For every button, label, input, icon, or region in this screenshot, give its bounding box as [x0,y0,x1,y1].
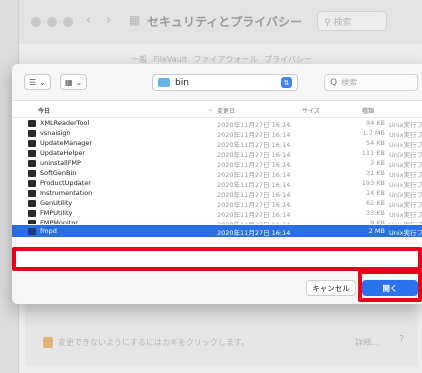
file-row[interactable]: XMLReaderTool 2020年11月27日 16:14 94 KB Unix実… [12,118,422,129]
tab-general[interactable]: 一般 [131,55,147,64]
file-kind: Unix実行ファイル [389,219,422,224]
file-list-header: 今日 ⌄ 変更日 サイズ 種類 [12,101,422,118]
executable-icon [28,169,36,177]
file-size: 54 KB [365,139,385,147]
file-name: fmpd [40,227,57,235]
location-popup[interactable]: bin ⇅ [152,74,298,91]
file-size: 111 KB [361,149,385,157]
file-size: 9 KB [370,219,385,224]
tab-privacy[interactable]: プライバシー [264,55,312,64]
file-name: XMLReaderTool [40,119,90,127]
column-date[interactable]: 変更日 [217,106,235,115]
lock-icon[interactable] [43,337,53,348]
file-size: 31 KB [365,169,385,177]
executable-icon [28,149,36,157]
advanced-button[interactable]: 詳細... [355,337,379,348]
chevron-down-icon: ⌄ [39,77,46,87]
tab-filevault[interactable]: FileVault [154,55,188,64]
executable-icon [28,119,36,127]
file-name: SoftGenBin [40,169,77,177]
file-size: 33 KB [365,209,385,217]
file-size: 1.7 MB [362,129,385,137]
location-label: bin [175,77,189,88]
file-row[interactable]: SoftGenBin2020年11月27日 16:1431 KBUnix実行ファ… [12,168,422,179]
window-titlebar: ‹ › ▦ セキュリティとプライバシー ⚲ 検索 [19,0,422,44]
dialog-search-placeholder: 検索 [341,78,358,87]
lock-hint: 変更できないようにするにはカギをクリックします。 [58,338,250,347]
executable-icon [28,139,36,147]
file-size: 62 KB [365,199,385,207]
window-title: セキュリティとプライバシー [147,15,303,29]
lock-bar: 変更できないようにするにはカギをクリックします。 詳細... ? [25,300,417,366]
file-size: 94 KB [365,119,385,127]
file-name: Instrumentation [40,189,93,197]
file-row-selected[interactable]: fmpd 2020年11月27日 16:14 2 MB Unix実行ファイル [12,225,422,237]
executable-icon [28,189,36,197]
file-row[interactable]: ProductUpdater 2020年11月27日 16:14 193 KB Uni… [12,178,422,189]
executable-icon [28,227,36,235]
file-row[interactable]: FMPMonitor 2020年11月27日 16:14 9 KB Unix実行ファイ… [12,218,422,224]
executable-icon [28,159,36,167]
help-icon[interactable]: ? [399,334,404,345]
file-size: 193 KB [361,179,385,187]
file-list: 今日 ⌄ 変更日 サイズ 種類 XMLReaderTool 2020年11月27日… [12,100,422,268]
file-size: 14 KB [365,189,385,197]
executable-icon [28,129,36,137]
file-row[interactable]: vsnaisign2020年11月27日 16:141.7 MBUnix実行ファ… [12,128,422,139]
file-kind: Unix実行ファイル [389,229,422,237]
file-size: 2 KB [370,159,385,167]
dialog-toolbar: ☰ ⌄ ▦ ⌄ bin ⇅ Q 検索 [12,64,422,100]
file-row[interactable]: FMPUtility2020年11月27日 16:1433 KBUnix実行ファ… [12,208,422,219]
executable-icon [28,209,36,217]
file-size: 2 MB [368,227,385,235]
column-kind[interactable]: 種類 [362,106,374,115]
group-view-button[interactable]: ▦ ⌄ [60,74,88,90]
sort-chevron-icon[interactable]: ⌄ [208,106,213,113]
list-view-button[interactable]: ☰ ⌄ [24,74,51,90]
file-name: FMPMonitor [40,219,78,224]
file-name: UpdateHelper [40,149,86,157]
window-search-field[interactable]: ⚲ 検索 [317,11,387,31]
tab-firewall[interactable]: ファイアウォール [194,55,258,64]
file-name: FMPUtility [40,209,73,217]
chevron-down-icon: ⌄ [75,77,83,87]
executable-icon [28,199,36,207]
cancel-button[interactable]: キャンセル [306,280,356,296]
zoom-window-icon[interactable] [63,17,73,27]
file-row[interactable]: GenUtility2020年11月27日 16:1462 KBUnix実行ファ… [12,198,422,209]
highlight-open-button [358,270,422,302]
window-search-placeholder: 検索 [333,18,352,28]
file-row[interactable]: UpdateHelper 2020年11月27日 16:14 111 KB Unix実… [12,148,422,159]
forward-icon[interactable]: › [106,13,111,28]
file-rows: XMLReaderTool 2020年11月27日 16:14 94 KB Unix実… [12,118,422,237]
minimize-window-icon[interactable] [47,17,57,27]
list-view-icon: ☰ [29,77,37,87]
file-name: UpdateManager [40,139,93,147]
dialog-search-field[interactable]: Q 検索 [324,74,418,91]
group-view-icon: ▦ [65,77,73,87]
file-row[interactable]: uninstallFMP 2020年11月27日 16:14 2 KB Unix実行フ… [12,158,422,169]
close-window-icon[interactable] [31,17,41,27]
file-date: 2020年11月27日 16:14 [217,229,291,237]
file-row[interactable]: UpdateManager 2020年11月27日 16:14 54 KB Unix実… [12,138,422,149]
column-size[interactable]: サイズ [302,106,320,115]
column-name[interactable]: 今日 [38,106,50,115]
file-name: uninstallFMP [40,159,81,167]
updown-chevron-icon: ⇅ [281,77,292,88]
file-name: vsnaisign [40,129,71,137]
search-icon: Q [330,77,338,88]
executable-icon [28,179,36,187]
file-date: 2020年11月27日 16:14 [217,219,290,224]
back-icon[interactable]: ‹ [86,13,91,28]
file-row[interactable]: Instrumentation 2020年11月27日 16:14 14 KB Uni… [12,188,422,199]
folder-icon [158,78,170,87]
file-name: ProductUpdater [40,179,91,187]
show-all-grid-icon[interactable]: ▦ [129,13,140,27]
file-name: GenUtility [40,199,73,207]
highlight-selected-row [12,247,422,271]
executable-icon [28,219,36,224]
